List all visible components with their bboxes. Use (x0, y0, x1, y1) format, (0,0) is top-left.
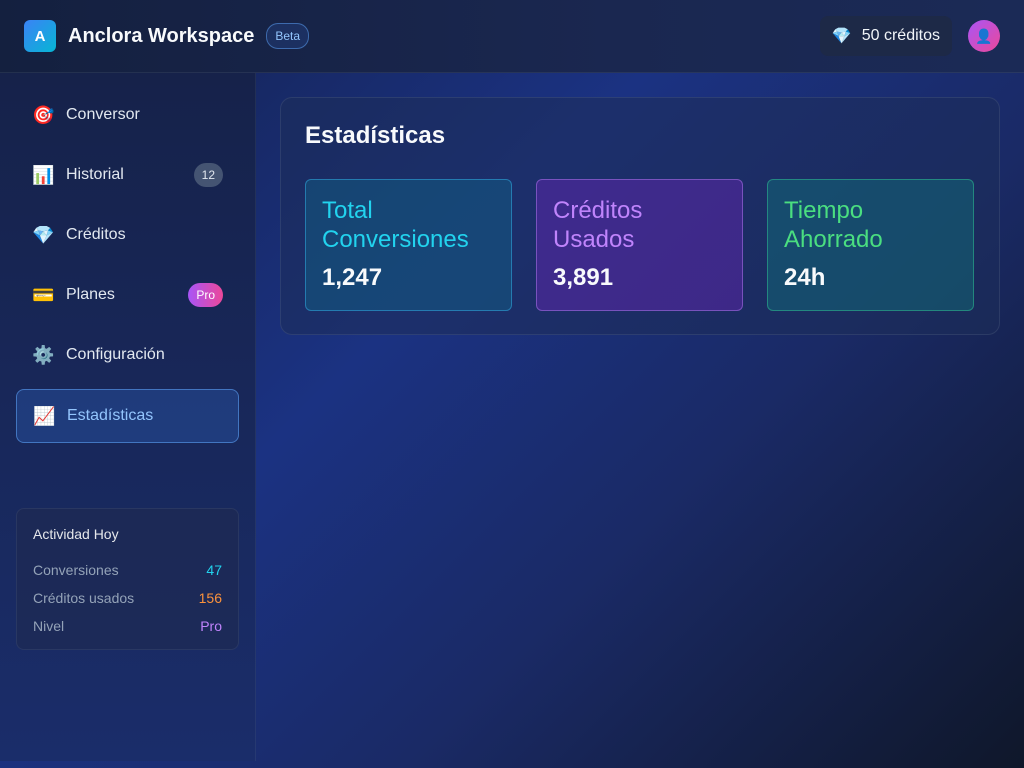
user-avatar[interactable]: 👤 (968, 20, 1000, 52)
pro-badge: Pro (188, 283, 223, 307)
stat-cards: Total Conversiones 1,247 Créditos Usados… (305, 179, 974, 311)
activity-row: Conversiones 47 (33, 556, 222, 584)
stat-value: 3,891 (553, 264, 614, 291)
target-icon: 🎯 (32, 104, 55, 125)
activity-value: Pro (200, 618, 222, 634)
gear-icon: ⚙️ (32, 344, 55, 365)
credit-card-icon: 💳 (32, 284, 55, 305)
sidebar-item-configuracion[interactable]: ⚙️ Configuración (16, 328, 239, 382)
activity-row: Créditos usados 156 (33, 584, 222, 612)
header-right: 💎 50 créditos 👤 (819, 16, 1000, 56)
sidebar-item-historial[interactable]: 📊 Historial 12 (16, 148, 239, 202)
top-header: A Anclora Workspace Beta 💎 50 créditos 👤 (0, 0, 1024, 73)
app-title: Anclora Workspace (68, 24, 255, 47)
stat-value: 24h (784, 264, 826, 291)
sidebar-item-planes[interactable]: 💳 Planes Pro (16, 268, 239, 322)
credits-label: 50 créditos (861, 27, 940, 44)
page-title: Estadísticas (305, 122, 446, 149)
stat-card-credits: Créditos Usados 3,891 (536, 179, 743, 311)
sidebar-item-label: Configuración (66, 346, 165, 363)
stats-panel: Estadísticas Total Conversiones 1,247 Cr… (280, 97, 1000, 335)
gem-icon: 💎 (831, 28, 852, 45)
activity-label: Nivel (33, 618, 65, 634)
activity-value: 156 (198, 590, 222, 606)
credits-button[interactable]: 💎 50 créditos (819, 16, 952, 56)
activity-label: Créditos usados (33, 590, 135, 606)
bar-chart-icon: 📊 (32, 164, 55, 185)
activity-value: 47 (206, 562, 222, 578)
stat-value: 1,247 (322, 264, 383, 291)
sidebar-item-label: Créditos (66, 226, 126, 243)
activity-summary: Actividad Hoy Conversiones 47 Créditos u… (16, 508, 239, 650)
stat-card-time: Tiempo Ahorrado 24h (767, 179, 974, 311)
activity-title: Actividad Hoy (33, 526, 119, 542)
stat-label: Total Conversiones (322, 197, 469, 253)
app-logo[interactable]: A (24, 20, 56, 52)
sidebar-item-estadisticas[interactable]: 📈 Estadísticas (16, 389, 239, 443)
stat-label: Créditos Usados (553, 197, 643, 253)
user-icon: 👤 (975, 27, 993, 44)
count-badge: 12 (193, 163, 223, 187)
beta-badge: Beta (266, 23, 310, 49)
sidebar-item-label: Historial (66, 166, 124, 183)
activity-label: Conversiones (33, 562, 119, 578)
gem-icon: 💎 (32, 224, 55, 245)
sidebar-item-label: Estadísticas (67, 407, 154, 424)
stat-label: Tiempo Ahorrado (784, 197, 883, 253)
sidebar-item-conversor[interactable]: 🎯 Conversor (16, 88, 239, 142)
sidebar-item-creditos[interactable]: 💎 Créditos (16, 208, 239, 262)
trend-chart-icon: 📈 (33, 405, 56, 426)
stat-card-conversions: Total Conversiones 1,247 (305, 179, 512, 311)
sidebar-item-label: Planes (66, 286, 115, 303)
sidebar: 🎯 Conversor 📊 Historial 12 💎 Créditos 💳 … (0, 73, 256, 761)
activity-row: Nivel Pro (33, 612, 222, 640)
sidebar-item-label: Conversor (66, 106, 140, 123)
